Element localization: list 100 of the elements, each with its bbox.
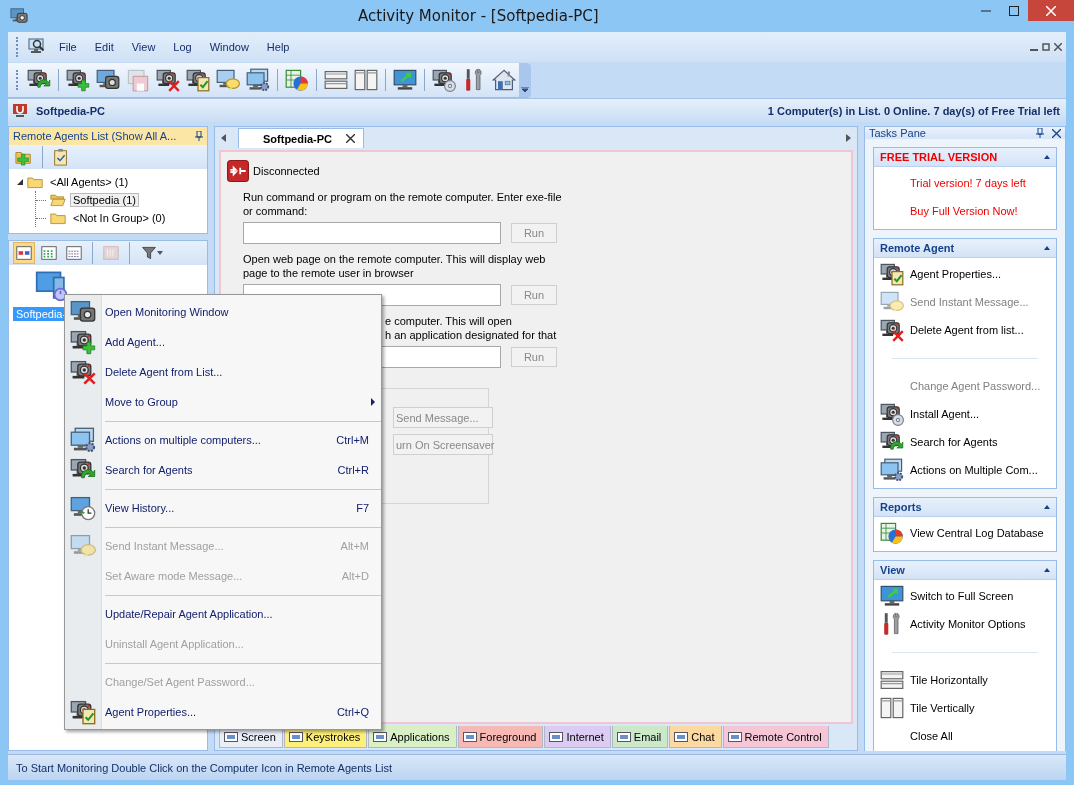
view-icon <box>15 244 33 262</box>
menu-item[interactable]: Update/Repair Agent Application... <box>65 599 381 629</box>
monitor-cross-icon <box>880 318 904 342</box>
menu-item[interactable]: Help <box>259 38 297 56</box>
overflow-button[interactable] <box>519 62 531 97</box>
task-link[interactable]: View Central Log Database <box>880 519 1050 547</box>
clipboard-check-icon <box>880 262 904 286</box>
filter-icon <box>141 245 157 261</box>
monitor-plus-icon <box>70 329 96 355</box>
pin-icon[interactable] <box>1036 128 1044 138</box>
tab-icon <box>373 730 388 743</box>
menu-item[interactable]: Log <box>166 38 199 56</box>
pin-icon[interactable] <box>195 131 203 141</box>
menu-item[interactable]: Add Agent... <box>65 327 381 357</box>
chat-bubble-icon <box>216 67 240 92</box>
menu-item[interactable]: Agent Properties... Ctrl+Q <box>65 697 381 727</box>
close-icon[interactable] <box>346 134 356 143</box>
app-icon <box>70 299 96 325</box>
folder-icon <box>50 210 66 226</box>
chat-bubble-icon <box>70 533 96 559</box>
monitors-icon <box>96 67 120 92</box>
menu-item[interactable]: Search for Agents Ctrl+R <box>65 455 381 485</box>
collapse-icon[interactable] <box>1044 505 1050 509</box>
task-link[interactable]: Delete Agent from list... <box>880 316 1050 344</box>
tab-icon <box>462 730 477 743</box>
scroll-right-icon[interactable] <box>846 133 851 142</box>
view-tab[interactable]: Internet <box>544 726 611 748</box>
tree-item[interactable]: <Not In Group> (0) <box>70 211 169 225</box>
task-link[interactable]: Trial version! 7 days left <box>880 169 1050 197</box>
collapse-icon[interactable] <box>1044 155 1050 159</box>
menu-item[interactable]: Move to Group <box>65 387 381 417</box>
tile-vertical-icon <box>354 67 378 92</box>
menu-item[interactable]: Window <box>202 38 256 56</box>
tree-item[interactable]: Softpedia (1) <box>70 193 139 207</box>
close-icon[interactable] <box>1052 128 1061 138</box>
monitor-plus-icon <box>66 67 90 92</box>
clipboard-icon <box>52 148 70 166</box>
monitors-gear-icon <box>880 458 904 482</box>
grid-view-icon <box>40 244 58 262</box>
menu-item[interactable]: View <box>124 38 163 56</box>
agent-name: Softpedia-PC <box>36 104 106 117</box>
description: Open web page on the remote computer. This will display web page to the remote user in browser <box>243 252 547 280</box>
clipboard-check-icon <box>70 699 96 725</box>
tab-icon <box>616 730 631 743</box>
task-link[interactable]: Tile Horizontally <box>880 666 1050 694</box>
group-header[interactable]: Reports <box>874 498 1056 517</box>
restore-icon[interactable] <box>1042 43 1050 51</box>
group-header[interactable]: FREE TRIAL VERSION <box>874 148 1056 167</box>
app-icon <box>10 7 28 25</box>
pie-chart-icon <box>880 521 904 545</box>
computer-icon[interactable] <box>35 269 69 303</box>
view-tab[interactable]: Chat <box>669 726 722 748</box>
columns-icon <box>102 244 120 262</box>
menu-item[interactable]: Edit <box>87 38 121 56</box>
task-link[interactable]: Close All <box>880 722 1050 750</box>
fullscreen-monitor-icon <box>880 584 904 608</box>
group-header[interactable]: Remote Agent <box>874 239 1056 258</box>
monitor-icon <box>12 102 28 119</box>
task-link[interactable]: Activity Monitor Options <box>880 610 1050 638</box>
floppy-icon <box>126 67 150 92</box>
view-button[interactable] <box>13 242 35 264</box>
close-icon <box>1046 5 1056 16</box>
view-tab[interactable]: Applications <box>368 726 457 748</box>
folder-icon <box>27 174 43 190</box>
tab-icon <box>224 730 238 743</box>
close-button[interactable] <box>1028 0 1074 21</box>
clipboard-check-icon <box>186 67 210 92</box>
task-link[interactable]: Switch to Full Screen <box>880 582 1050 610</box>
menu-item[interactable]: Delete Agent from List... <box>65 357 381 387</box>
tab-icon <box>727 730 742 743</box>
task-link[interactable]: Tile Vertically <box>880 694 1050 722</box>
collapse-icon[interactable] <box>1044 246 1050 250</box>
menu-item[interactable]: File <box>52 38 84 56</box>
folder-icon <box>50 192 66 208</box>
menu-item[interactable]: View History... F7 <box>65 493 381 523</box>
view-tab[interactable]: Email <box>611 726 669 748</box>
task-link[interactable]: Install Agent... <box>880 400 1050 428</box>
document-tab[interactable]: Softpedia-PC <box>238 128 365 148</box>
task-link[interactable]: Buy Full Version Now! <box>880 197 1050 225</box>
input-field[interactable] <box>243 222 501 244</box>
task-link[interactable]: Search for Agents <box>880 428 1050 456</box>
group-header[interactable]: View <box>874 561 1056 580</box>
pie-chart-icon <box>285 67 309 92</box>
collapse-icon[interactable] <box>1044 568 1050 572</box>
disconnected-icon <box>227 160 249 182</box>
tile-horizontal-icon <box>880 668 904 692</box>
view-tab[interactable]: Foreground <box>457 726 544 748</box>
fullscreen-monitor-icon <box>393 67 417 92</box>
task-link[interactable]: Actions on Multiple Com... <box>880 456 1050 484</box>
task-link[interactable]: Agent Properties... <box>880 260 1050 288</box>
view-tab[interactable]: Remote Control <box>722 726 829 748</box>
scroll-left-icon[interactable] <box>221 133 226 142</box>
monitor-disc-icon <box>880 402 904 426</box>
close-icon[interactable] <box>1054 43 1062 51</box>
status-text: To Start Monitoring Double Click on the Computer Icon in Remote Agents List <box>16 761 393 774</box>
tab-icon <box>288 730 303 743</box>
menu-item[interactable]: Actions on multiple computers... Ctrl+M <box>65 425 381 455</box>
house-icon <box>492 67 516 92</box>
tree-item[interactable]: <All Agents> (1) <box>47 175 132 189</box>
maximize-icon <box>1009 5 1019 16</box>
